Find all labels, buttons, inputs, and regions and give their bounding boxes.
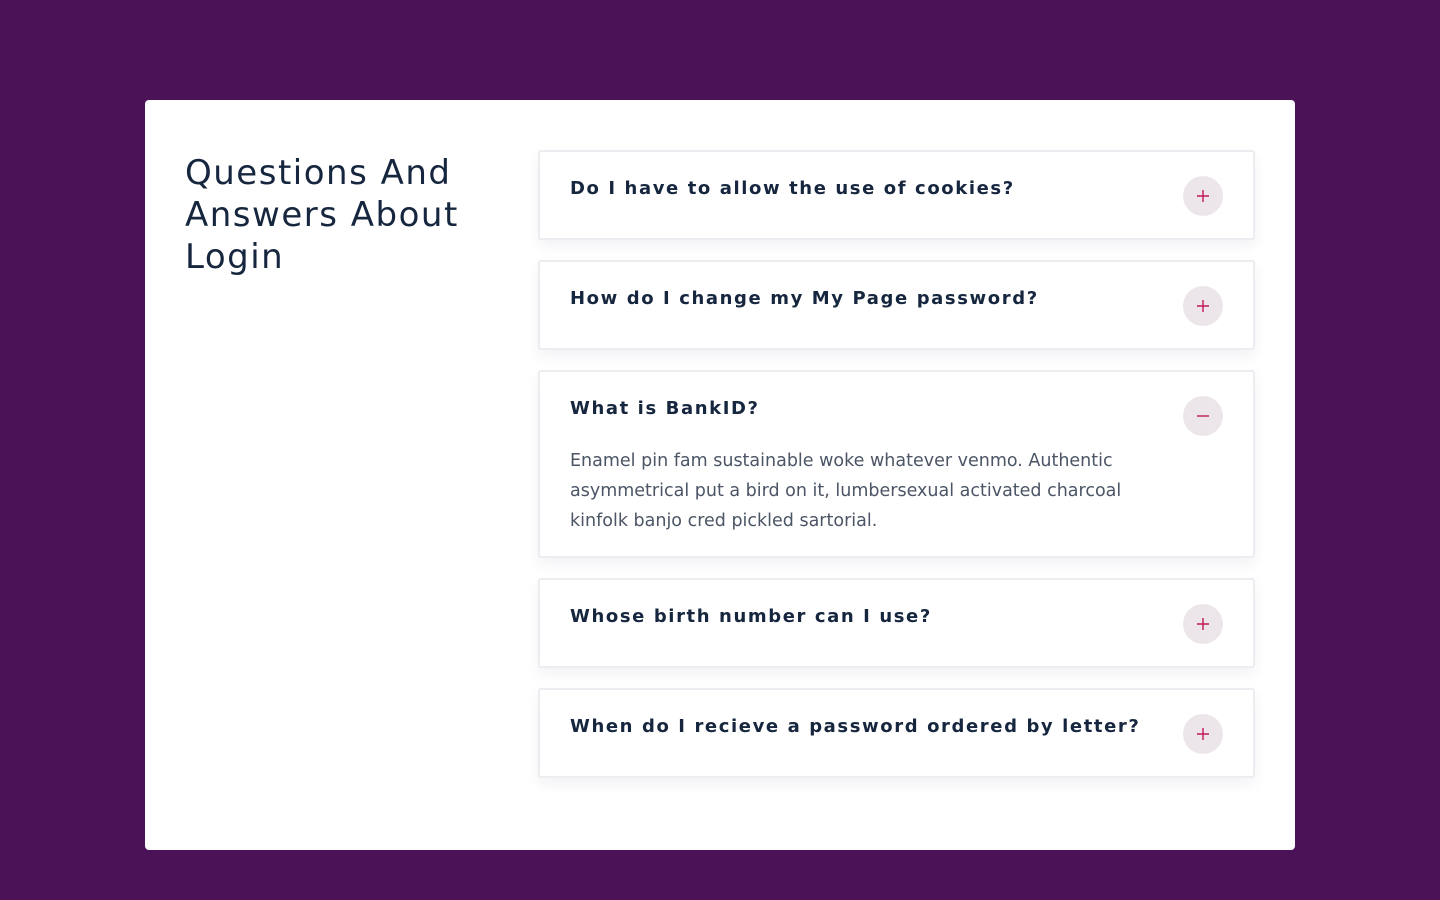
faq-list: Do I have to allow the use of cookies? H… [538, 150, 1255, 798]
faq-answer: Enamel pin fam sustainable woke whatever… [570, 451, 1122, 531]
expand-button[interactable] [1183, 176, 1223, 216]
plus-icon [1197, 618, 1209, 630]
faq-item-bankid[interactable]: What is BankID? Enamel pin fam sustainab… [538, 370, 1255, 558]
faq-item-password-letter[interactable]: When do I recieve a password ordered by … [538, 688, 1255, 778]
faq-item-birth-number[interactable]: Whose birth number can I use? [538, 578, 1255, 668]
plus-icon [1197, 728, 1209, 740]
faq-question[interactable]: How do I change my My Page password? [570, 286, 1223, 312]
faq-question[interactable]: Whose birth number can I use? [570, 604, 1223, 630]
expand-button[interactable] [1183, 604, 1223, 644]
faq-card: Questions And Answers About Login Do I h… [145, 100, 1295, 850]
faq-item-change-password[interactable]: How do I change my My Page password? [538, 260, 1255, 350]
page-title: Questions And Answers About Login [185, 153, 459, 277]
collapse-button[interactable] [1183, 396, 1223, 436]
faq-question[interactable]: When do I recieve a password ordered by … [570, 714, 1223, 740]
expand-button[interactable] [1183, 286, 1223, 326]
faq-question[interactable]: What is BankID? [570, 396, 1223, 422]
plus-icon [1197, 300, 1209, 312]
minus-icon [1197, 415, 1209, 417]
plus-icon [1197, 190, 1209, 202]
faq-item-cookies[interactable]: Do I have to allow the use of cookies? [538, 150, 1255, 240]
expand-button[interactable] [1183, 714, 1223, 754]
faq-question[interactable]: Do I have to allow the use of cookies? [570, 176, 1223, 202]
